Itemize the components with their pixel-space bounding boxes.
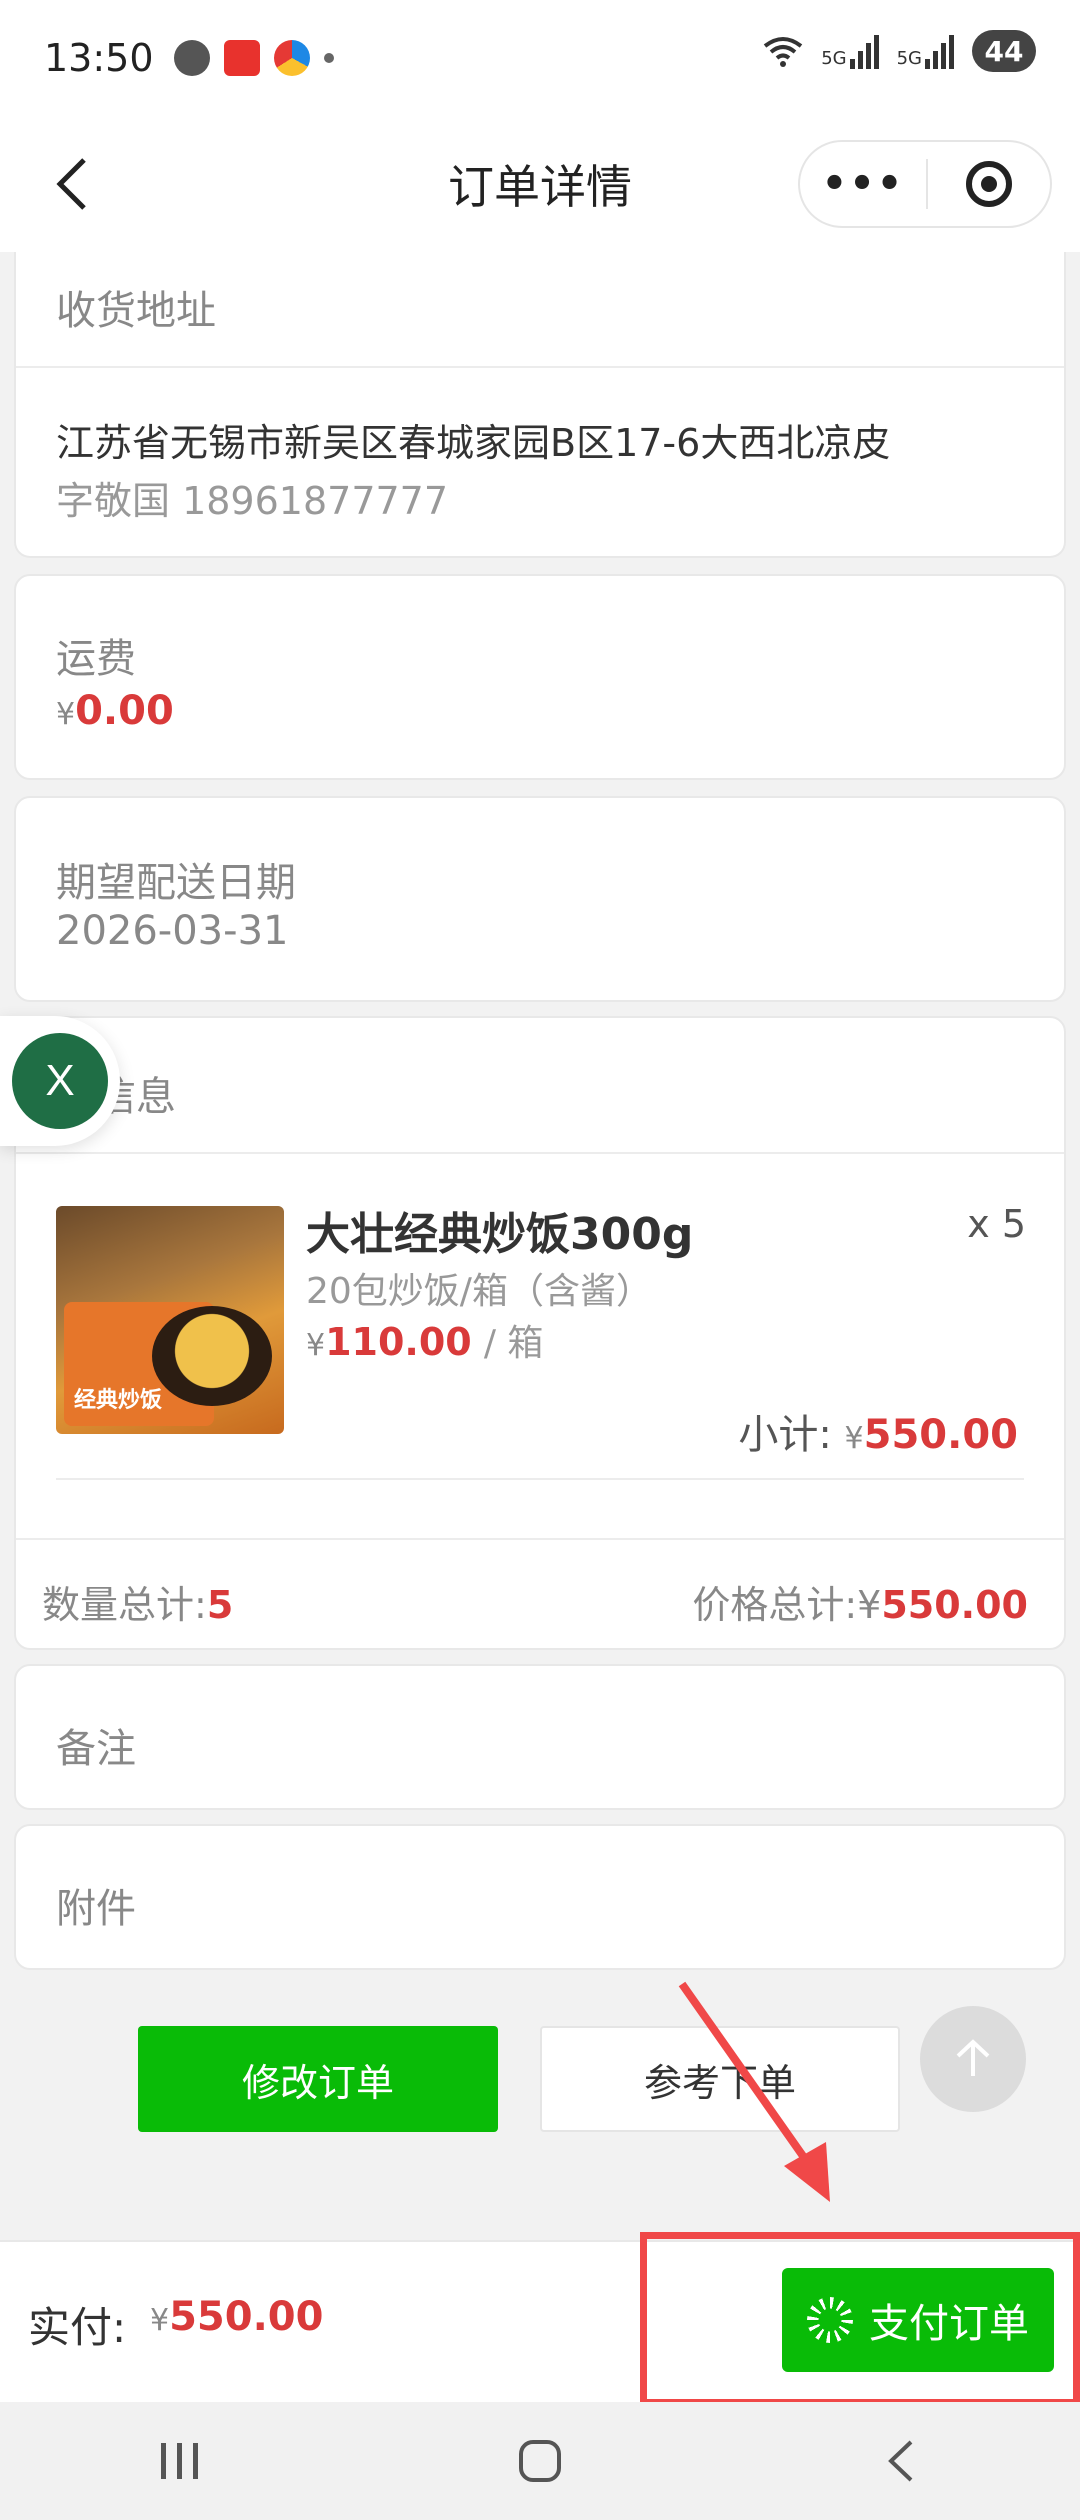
subtotal-label: 小计:: [738, 1412, 832, 1458]
currency-symbol: ¥: [56, 697, 76, 732]
freight-title: 运费: [56, 636, 136, 682]
paid-label: 实付:: [28, 2303, 127, 2352]
total-quantity: 数量总计:5: [42, 1574, 233, 1629]
currency-symbol: ¥: [150, 2303, 170, 2338]
pay-order-label: 支付订单: [869, 2302, 1029, 2346]
signal-label: 5G: [896, 48, 922, 69]
more-dots-icon[interactable]: •••: [800, 142, 926, 226]
pay-bar: 实付: ¥550.00 支付订单: [0, 2240, 1080, 2402]
product-bowl-shape: [152, 1306, 272, 1406]
address-contact: 字敬国 18961877777: [56, 479, 449, 523]
signal-label: 5G: [821, 48, 847, 69]
pay-order-button[interactable]: 支付订单: [782, 2268, 1054, 2372]
nav-bar: 订单详情 •••: [0, 116, 1080, 252]
back-to-top-button[interactable]: [920, 2006, 1026, 2112]
delivery-date-value: 2026-03-31: [56, 908, 289, 954]
battery-icon: 44: [972, 30, 1036, 72]
wifi-icon: [763, 37, 803, 67]
status-right: 5G 5G 44: [763, 30, 1036, 72]
product-name: 大壮经典炒饭300g: [306, 1209, 694, 1260]
address-card: 收货地址 江苏省无锡市新吴区春城家园B区17-6大西北凉皮 字敬国 189618…: [14, 252, 1066, 558]
currency-symbol: ¥: [844, 1421, 864, 1456]
total-price-label: 价格总计:¥: [692, 1583, 882, 1627]
freight-value: ¥0.00: [56, 688, 174, 734]
product-price: ¥110.00 / 箱: [306, 1314, 543, 1366]
system-back-button[interactable]: [840, 2421, 960, 2501]
divider: [56, 1478, 1024, 1480]
recent-apps-icon: [161, 2443, 198, 2479]
total-quantity-label: 数量总计:: [42, 1583, 207, 1627]
product-image-text: 经典炒饭: [74, 1388, 163, 1413]
signal-icon: 5G: [897, 33, 954, 69]
status-time: 13:50: [44, 36, 154, 80]
total-quantity-value: 5: [206, 1583, 234, 1627]
page-title: 订单详情: [448, 160, 632, 214]
target-close-icon: [966, 161, 1012, 207]
address-line: 江苏省无锡市新吴区春城家园B区17-6大西北凉皮: [56, 421, 891, 465]
modify-order-button[interactable]: 修改订单: [138, 2026, 498, 2132]
delivery-date-title: 期望配送日期: [56, 860, 296, 906]
freight-amount: 0.00: [75, 688, 174, 734]
total-price-value: 550.00: [881, 1583, 1028, 1627]
chat-bubble-icon: [173, 40, 210, 76]
divider: [16, 1538, 1064, 1540]
x-logo-icon: X: [12, 1033, 108, 1129]
product-image[interactable]: 经典炒饭: [56, 1206, 284, 1434]
product-quantity: x 5: [967, 1202, 1026, 1246]
currency-symbol: ¥: [306, 1328, 326, 1363]
system-back-icon: [888, 2440, 913, 2482]
divider: [16, 366, 1064, 368]
back-chevron-icon[interactable]: [46, 156, 96, 212]
note-title: 备注: [56, 1726, 136, 1772]
attachment-title: 附件: [56, 1886, 136, 1932]
product-subtotal: 小计: ¥550.00: [738, 1402, 1018, 1460]
divider: [16, 1152, 1064, 1154]
home-icon: [519, 2440, 561, 2482]
freight-card: 运费 ¥0.00: [14, 574, 1066, 780]
address-title: 收货地址: [56, 288, 216, 334]
note-card[interactable]: 备注: [14, 1664, 1066, 1810]
recent-apps-button[interactable]: [120, 2421, 240, 2501]
total-price: 价格总计:¥550.00: [692, 1574, 1028, 1629]
system-navigation-bar: [0, 2402, 1080, 2520]
status-bar: 13:50 5G 5G 44: [0, 0, 1080, 116]
delivery-date-card: 期望配送日期 2026-03-31: [14, 796, 1066, 1002]
loading-spinner-icon: [807, 2297, 853, 2343]
product-unit-price: 110.00: [325, 1320, 472, 1364]
attachment-card[interactable]: 附件: [14, 1824, 1066, 1970]
notification-icons: [173, 40, 334, 76]
paid-amount: ¥550.00: [150, 2294, 323, 2340]
signal-icon: 5G: [821, 33, 879, 69]
product-spec: 20包炒饭/箱（含酱）: [306, 1271, 652, 1312]
mini-program-capsule: •••: [798, 140, 1052, 228]
dot-icon: [323, 53, 334, 63]
subtotal-amount: 550.00: [863, 1412, 1018, 1458]
annotation-arrow: [678, 1981, 830, 2202]
home-button[interactable]: [480, 2421, 600, 2501]
red-app-icon: [223, 40, 260, 76]
goods-card: 品信息 经典炒饭 大壮经典炒饭300g x 5 20包炒饭/箱（含酱） ¥110…: [14, 1016, 1066, 1650]
arrow-up-icon: [956, 2039, 990, 2076]
product-unit: / 箱: [483, 1323, 544, 1364]
color-ring-icon: [273, 40, 310, 76]
paid-amount-value: 550.00: [169, 2294, 324, 2340]
capsule-close-button[interactable]: [928, 142, 1050, 226]
